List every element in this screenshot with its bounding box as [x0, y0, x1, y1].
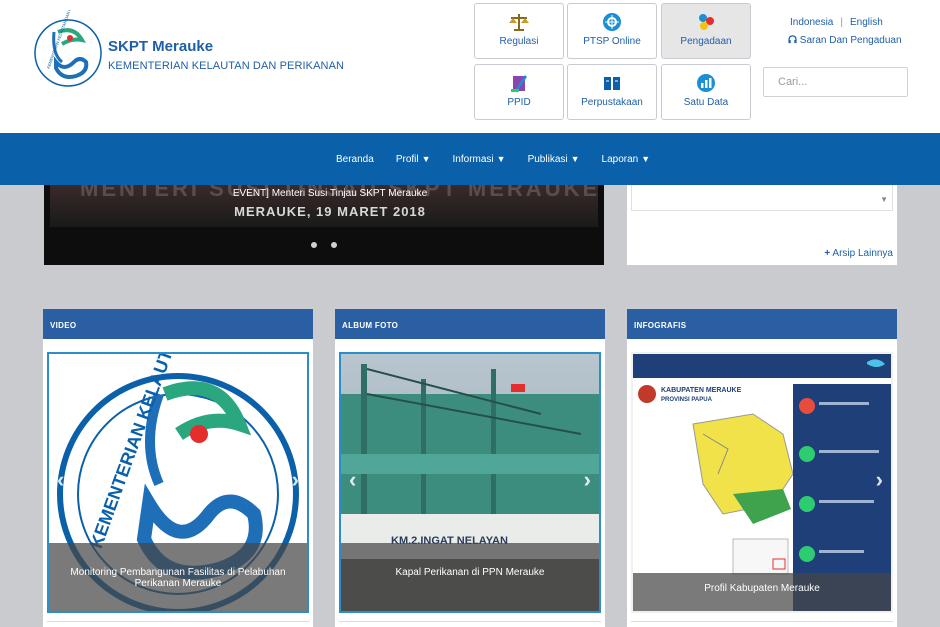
slider-image: MENTERI SUSI TINJAU SKPT MERAUKE EVENT] …	[50, 185, 598, 227]
tile-ptsp-online[interactable]: PTSP Online	[567, 3, 657, 59]
tile-regulasi-label: Regulasi	[499, 36, 539, 47]
tile-pengadaan-label: Pengadaan	[680, 36, 732, 47]
card-footer	[631, 621, 893, 627]
molecule-icon	[699, 14, 714, 30]
infografis-card: INFOGRAFIS KABUPATEN MERAUKE PROVINSI PA…	[627, 309, 897, 627]
nav-publikasi-label: Publikasi	[527, 153, 568, 165]
scroll-down-icon[interactable]: ▼	[880, 195, 888, 204]
arsip-lainnya-label: Arsip Lainnya	[832, 248, 893, 259]
saran-pengaduan-link[interactable]: Saran Dan Pengaduan	[788, 35, 902, 46]
lang-indonesia[interactable]: Indonesia	[790, 17, 833, 28]
card-footer	[339, 621, 601, 627]
kkp-logo[interactable]: KEMENTERIAN KELAUTAN DAN PERIKANAN	[32, 10, 104, 96]
tile-pengadaan[interactable]: Pengadaan	[661, 3, 751, 59]
slider-caption[interactable]: EVENT] Menteri Susi Tinjau SKPT Merauke	[50, 188, 604, 199]
arsip-list[interactable]: ▼	[631, 185, 893, 211]
arsip-panel: ▼ + Arsip Lainnya	[627, 185, 897, 265]
plus-icon: +	[824, 248, 831, 259]
tile-perpustakaan-label: Perpustakaan	[581, 97, 643, 108]
card-footer	[47, 621, 309, 627]
prev-arrow-icon[interactable]: ‹	[349, 467, 356, 493]
tile-satu-data-label: Satu Data	[683, 97, 729, 108]
site-title[interactable]: SKPT Merauke	[108, 38, 213, 55]
gear-icon	[603, 13, 621, 31]
tile-ptsp-label: PTSP Online	[583, 36, 641, 47]
lang-english[interactable]: English	[850, 17, 883, 28]
nav-menu: Beranda Profil ▼ Informasi ▼ Publikasi ▼ La…	[336, 133, 672, 185]
language-switcher: Indonesia | English	[790, 17, 883, 28]
news-slider[interactable]: MENTERI SUSI TINJAU SKPT MERAUKE EVENT] …	[44, 185, 604, 265]
nav-informasi[interactable]: Informasi ▼	[453, 154, 506, 165]
next-arrow-icon[interactable]: ›	[292, 467, 299, 493]
nav-profil-label: Profil	[395, 153, 419, 165]
lang-separator: |	[840, 17, 843, 28]
headset-icon	[788, 35, 797, 44]
tile-regulasi[interactable]: Regulasi	[474, 3, 564, 59]
nav-beranda[interactable]: Beranda	[336, 154, 374, 165]
video-card: VIDEO KEMENTERIAN KELAUTAN DAN PERIKANAN…	[43, 309, 313, 627]
album-card-title: ALBUM FOTO	[335, 309, 605, 339]
info-title: KABUPATEN MERAUKE	[661, 387, 742, 394]
search-input[interactable]	[763, 67, 908, 97]
infografis-carousel[interactable]: KABUPATEN MERAUKE PROVINSI PAPUA › Profi…	[631, 352, 893, 613]
photo-carousel[interactable]: KM.2.INGAT NELAYAN ‹ › Kapal Perikanan d…	[339, 352, 601, 613]
nav-beranda-label: Beranda	[336, 153, 374, 165]
prev-arrow-icon[interactable]: ‹	[57, 467, 64, 493]
photo-caption[interactable]: Kapal Perikanan di PPN Merauke	[341, 543, 599, 611]
caret-down-icon: ▼	[641, 153, 651, 164]
saran-label: Saran Dan Pengaduan	[799, 35, 902, 46]
infografis-caption[interactable]: Profil Kabupaten Merauke	[633, 573, 891, 611]
tile-perpustakaan[interactable]: Perpustakaan	[567, 64, 657, 120]
slider-dot-2[interactable]	[331, 242, 337, 248]
info-subtitle: PROVINSI PAPUA	[661, 397, 713, 403]
tile-satu-data[interactable]: Satu Data	[661, 64, 751, 120]
nav-publikasi[interactable]: Publikasi ▼	[528, 154, 580, 165]
main-navbar: Beranda Profil ▼ Informasi ▼ Publikasi ▼ La…	[0, 133, 940, 185]
caret-down-icon: ▼	[496, 153, 506, 164]
scales-icon	[509, 14, 529, 31]
tile-ppid-label: PPID	[507, 97, 531, 108]
nav-laporan[interactable]: Laporan ▼	[602, 154, 651, 165]
nav-laporan-label: Laporan	[601, 153, 639, 165]
video-caption[interactable]: Monitoring Pembangunan Fasilitas di Pela…	[49, 543, 307, 611]
nav-profil[interactable]: Profil ▼	[396, 154, 431, 165]
album-foto-card: ALBUM FOTO KM.2.INGAT NELAYAN ‹ › Kapal …	[335, 309, 605, 627]
video-card-title: VIDEO	[43, 309, 313, 339]
chart-icon	[697, 74, 715, 92]
slider-dot-1[interactable]	[311, 242, 317, 248]
infografis-card-title: INFOGRAFIS	[627, 309, 897, 339]
tile-ppid[interactable]: PPID	[474, 64, 564, 120]
next-arrow-icon[interactable]: ›	[876, 467, 883, 493]
book-icon	[604, 77, 620, 90]
quill-icon	[511, 75, 527, 92]
caret-down-icon: ▼	[421, 153, 431, 164]
caret-down-icon: ▼	[570, 153, 580, 164]
next-arrow-icon[interactable]: ›	[584, 467, 591, 493]
video-carousel[interactable]: KEMENTERIAN KELAUTAN DAN PERIKANAN ‹ › M…	[47, 352, 309, 613]
site-header: KEMENTERIAN KELAUTAN DAN PERIKANAN SKPT …	[0, 0, 940, 133]
site-subtitle: KEMENTERIAN KELAUTAN DAN PERIKANAN	[108, 60, 345, 72]
nav-informasi-label: Informasi	[452, 153, 494, 165]
arsip-lainnya-link[interactable]: + Arsip Lainnya	[824, 248, 893, 259]
slider-date: MERAUKE, 19 MARET 2018	[234, 204, 426, 219]
